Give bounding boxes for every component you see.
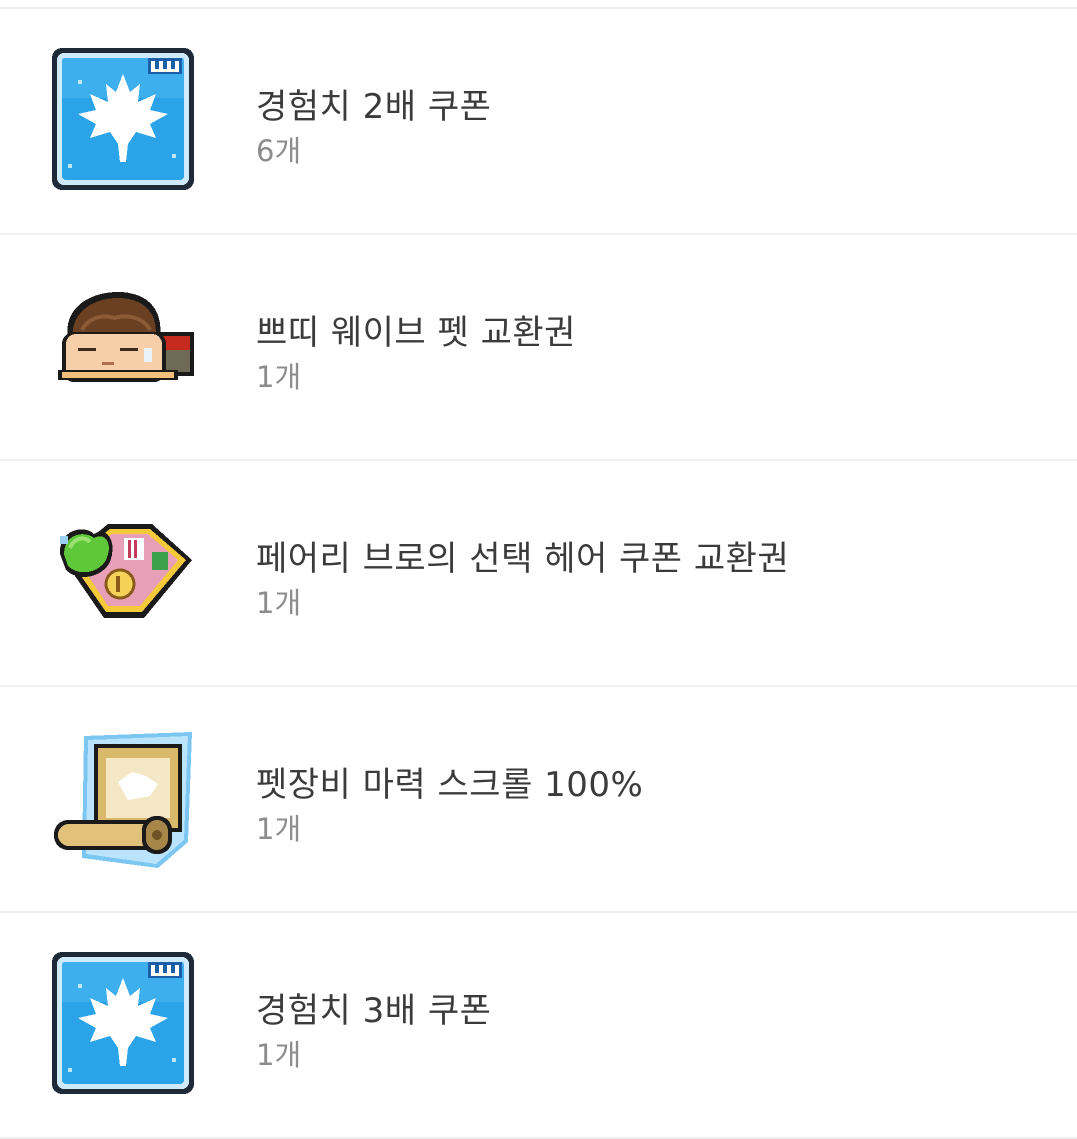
maple-leaf-exp-coupon-icon [48,44,198,194]
item-name: 펫장비 마력 스크롤 100% [256,765,644,805]
item-text: 쁘띠 웨이브 펫 교환권 1개 [256,311,576,395]
list-item-exp-3x-coupon[interactable]: 경험치 3배 쿠폰 1개 [0,913,1077,1135]
item-name: 경험치 2배 쿠폰 [256,87,492,127]
maple-leaf-exp-coupon-icon [48,948,198,1098]
hair-coupon-icon [48,496,198,646]
scroll-icon [48,722,198,872]
item-text: 펫장비 마력 스크롤 100% 1개 [256,763,643,847]
item-count: 1개 [256,586,302,620]
item-name: 페어리 브로의 선택 헤어 쿠폰 교환권 [256,539,790,579]
item-text: 페어리 브로의 선택 헤어 쿠폰 교환권 1개 [256,537,789,621]
list-item-fairy-bro-hair-coupon-voucher[interactable]: 페어리 브로의 선택 헤어 쿠폰 교환권 1개 [0,461,1077,683]
inventory-item-list: 경험치 2배 쿠폰 6개 쁘띠 웨이브 펫 교환권 1개 페어리 브로의 선택 … [0,0,1077,1139]
item-count: 6개 [256,134,302,168]
list-item-petit-wave-pet-voucher[interactable]: 쁘띠 웨이브 펫 교환권 1개 [0,235,1077,457]
item-name: 경험치 3배 쿠폰 [256,991,492,1031]
list-item-exp-2x-coupon[interactable]: 경험치 2배 쿠폰 6개 [0,9,1077,231]
item-text: 경험치 2배 쿠폰 6개 [256,85,491,169]
item-count: 1개 [256,1038,302,1072]
list-item-pet-equip-magic-scroll[interactable]: 펫장비 마력 스크롤 100% 1개 [0,687,1077,909]
item-text: 경험치 3배 쿠폰 1개 [256,989,491,1073]
item-name: 쁘띠 웨이브 펫 교환권 [256,313,576,353]
item-count: 1개 [256,360,302,394]
item-count: 1개 [256,812,302,846]
pet-character-icon [48,270,198,420]
